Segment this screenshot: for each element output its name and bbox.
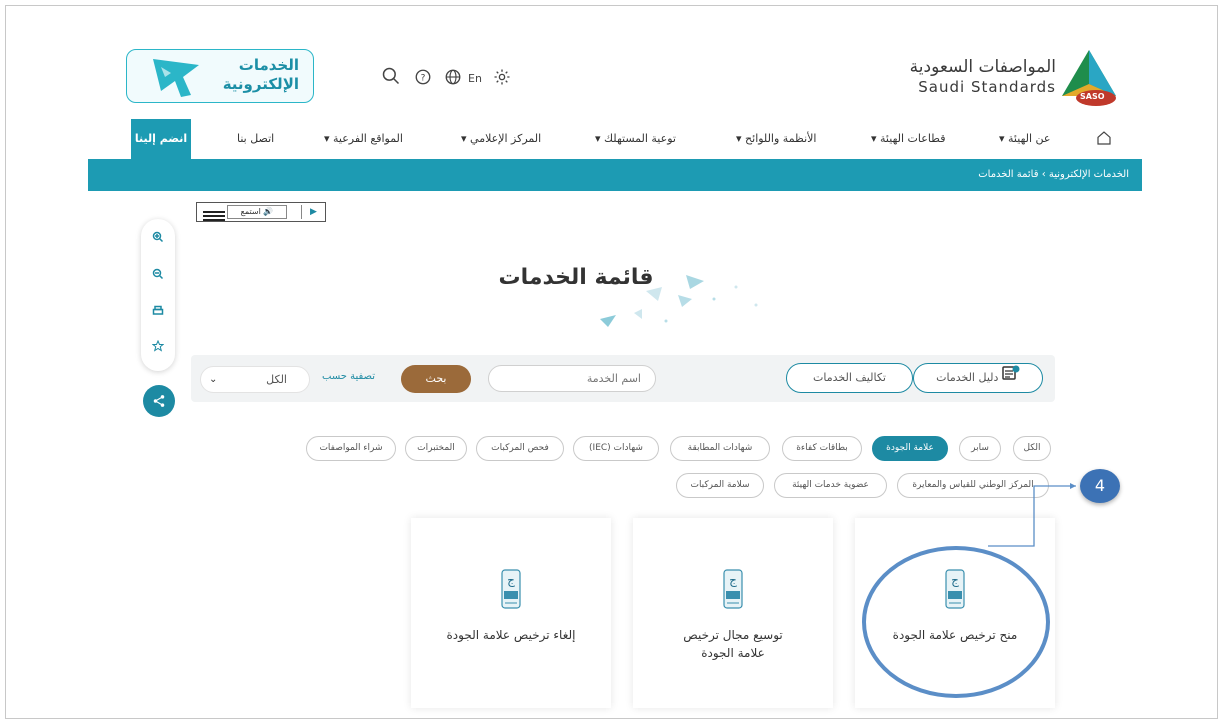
annotation-connector (988, 483, 1076, 547)
eservices-line1: الخدمات (238, 56, 299, 74)
quality-mark-icon: ج (501, 569, 521, 609)
category-chip-saber[interactable]: سابر (959, 436, 1001, 461)
chevron-down-icon: ▾ (461, 132, 467, 145)
breadcrumb-parent[interactable]: الخدمات الإلكترونية (1049, 169, 1129, 180)
category-chip-vehicle-safety[interactable]: سلامة المركبات (676, 473, 764, 498)
favorite-button[interactable] (141, 339, 175, 355)
chevron-left-icon: › (1038, 169, 1046, 180)
nav-item-subsites[interactable]: المواقع الفرعية ▾ (324, 132, 403, 145)
services-guide-button[interactable]: دليل الخدمات (913, 363, 1043, 393)
category-chip-membership[interactable]: عضوية خدمات الهيئة (774, 473, 887, 498)
logo-text-ar: المواصفات السعودية (909, 57, 1056, 77)
zoom-out-icon (152, 268, 164, 280)
quality-mark-icon: ج (723, 569, 743, 609)
eservices-label: الخدمات الإلكترونية (223, 56, 299, 94)
category-chip-all[interactable]: الكل (1013, 436, 1051, 461)
nav-item-sectors[interactable]: قطاعات الهيئة ▾ (871, 132, 945, 145)
home-icon (1097, 131, 1111, 145)
zoom-out-button[interactable] (141, 268, 175, 283)
service-card-title: إلغاء ترخيص علامة الجودة (446, 628, 576, 642)
service-card[interactable]: ج توسيع مجال ترخيص علامة الجودة (633, 518, 833, 708)
print-button[interactable] (141, 305, 175, 320)
saso-logo[interactable]: SASO (1056, 46, 1122, 108)
play-button[interactable]: ▶ (301, 205, 325, 219)
zoom-in-icon (152, 231, 164, 243)
category-chip-iec-certs[interactable]: شهادات (IEC) (573, 436, 659, 461)
breadcrumb-current: قائمة الخدمات (978, 169, 1039, 180)
nav-item-label: قطاعات الهيئة (880, 132, 946, 145)
listen-button[interactable]: 🔊 استمع (227, 205, 287, 219)
menu-icon[interactable] (203, 211, 225, 223)
nav-item-label: المركز الإعلامي (470, 132, 542, 145)
nav-item-label: المواقع الفرعية (333, 132, 403, 145)
category-chip-laboratories[interactable]: المختبرات (405, 436, 467, 461)
nav-item-label: اتصل بنا (237, 132, 275, 145)
search-button[interactable] (381, 66, 401, 90)
help-button[interactable]: ? (414, 68, 432, 90)
filter-select[interactable]: الكل ⌄ (200, 366, 310, 393)
share-button[interactable] (143, 385, 175, 417)
search-submit-button[interactable]: بحث (401, 365, 471, 393)
nav-item-about[interactable]: عن الهيئة ▾ (999, 132, 1050, 145)
language-button[interactable] (444, 68, 462, 90)
services-guide-label: دليل الخدمات (936, 371, 999, 384)
logo-text-en: Saudi Standards (918, 78, 1056, 96)
services-costs-label: تكاليف الخدمات (813, 371, 886, 384)
category-chip-conformity-certs[interactable]: شهادات المطابقة (670, 436, 770, 461)
audio-player: ▶ 🔊 استمع (196, 202, 326, 222)
eservices-button[interactable]: الخدمات الإلكترونية (126, 49, 314, 103)
nav-item-label: عن الهيئة (1008, 132, 1051, 145)
nav-item-join[interactable]: انضم إلينا ▾ (131, 119, 191, 185)
speaker-icon: 🔊 (263, 207, 274, 216)
nav-item-regulations[interactable]: الأنظمة واللوائح ▾ (736, 132, 816, 145)
chevron-down-icon: ▾ (999, 132, 1005, 145)
listen-label: استمع (240, 207, 261, 216)
service-name-search-input[interactable]: اسم الخدمة (488, 365, 656, 392)
home-button[interactable] (1096, 130, 1112, 150)
star-icon (151, 339, 165, 352)
service-card-title: توسيع مجال ترخيص علامة الجودة (683, 628, 783, 660)
zoom-in-button[interactable] (141, 231, 175, 246)
category-chip-vehicle-inspection[interactable]: فحص المركبات (476, 436, 564, 461)
chevron-down-icon: ▾ (595, 132, 601, 145)
svg-text:ج: ج (729, 573, 737, 587)
print-icon (152, 305, 164, 315)
side-toolbar (141, 219, 175, 371)
gear-icon (494, 69, 510, 85)
share-icon (153, 395, 165, 407)
annotation-step-badge: 4 (1080, 469, 1120, 503)
chevron-down-icon: ⌄ (209, 374, 218, 385)
filter-by-label: تصفية حسب (322, 371, 375, 382)
guide-icon (1002, 364, 1020, 392)
service-card[interactable]: ج إلغاء ترخيص علامة الجودة (411, 518, 611, 708)
language-toggle[interactable]: En (468, 72, 482, 85)
screenshot-frame: SASO المواصفات السعودية Saudi Standards … (5, 5, 1218, 719)
filter-select-value: الكل (266, 373, 287, 386)
nav-item-label: الأنظمة واللوائح (745, 132, 817, 145)
nav-item-contact[interactable]: اتصل بنا (237, 132, 274, 145)
nav-item-consumer[interactable]: توعية المستهلك ▾ (595, 132, 676, 145)
category-chip-efficiency-cards[interactable]: بطاقات كفاءة (782, 436, 862, 461)
nav-item-media[interactable]: المركز الإعلامي ▾ (461, 132, 541, 145)
services-costs-button[interactable]: تكاليف الخدمات (786, 363, 913, 393)
nav-item-label: توعية المستهلك (604, 132, 676, 145)
nav-join-label: انضم إلينا (134, 132, 188, 145)
help-icon: ? (415, 69, 431, 85)
decorative-triangles (600, 275, 758, 327)
chevron-down-icon: ▾ (871, 132, 877, 145)
chevron-down-icon: ▾ (736, 132, 742, 145)
search-icon (382, 67, 400, 85)
breadcrumb: الخدمات الإلكترونية › قائمة الخدمات (978, 169, 1129, 180)
globe-icon (445, 69, 461, 85)
category-chip-buy-standards[interactable]: شراء المواصفات (306, 436, 396, 461)
eservices-line2: الإلكترونية (222, 75, 299, 93)
annotation-highlight-ellipse (862, 546, 1050, 698)
logo-badge: SASO (1080, 92, 1105, 101)
chevron-down-icon: ▾ (324, 132, 330, 145)
svg-text:ج: ج (507, 573, 515, 587)
cursor-arrow-icon (153, 59, 199, 97)
settings-button[interactable] (493, 68, 511, 90)
category-chip-quality-mark[interactable]: علامة الجودة (872, 436, 948, 461)
svg-text:?: ? (421, 73, 426, 83)
